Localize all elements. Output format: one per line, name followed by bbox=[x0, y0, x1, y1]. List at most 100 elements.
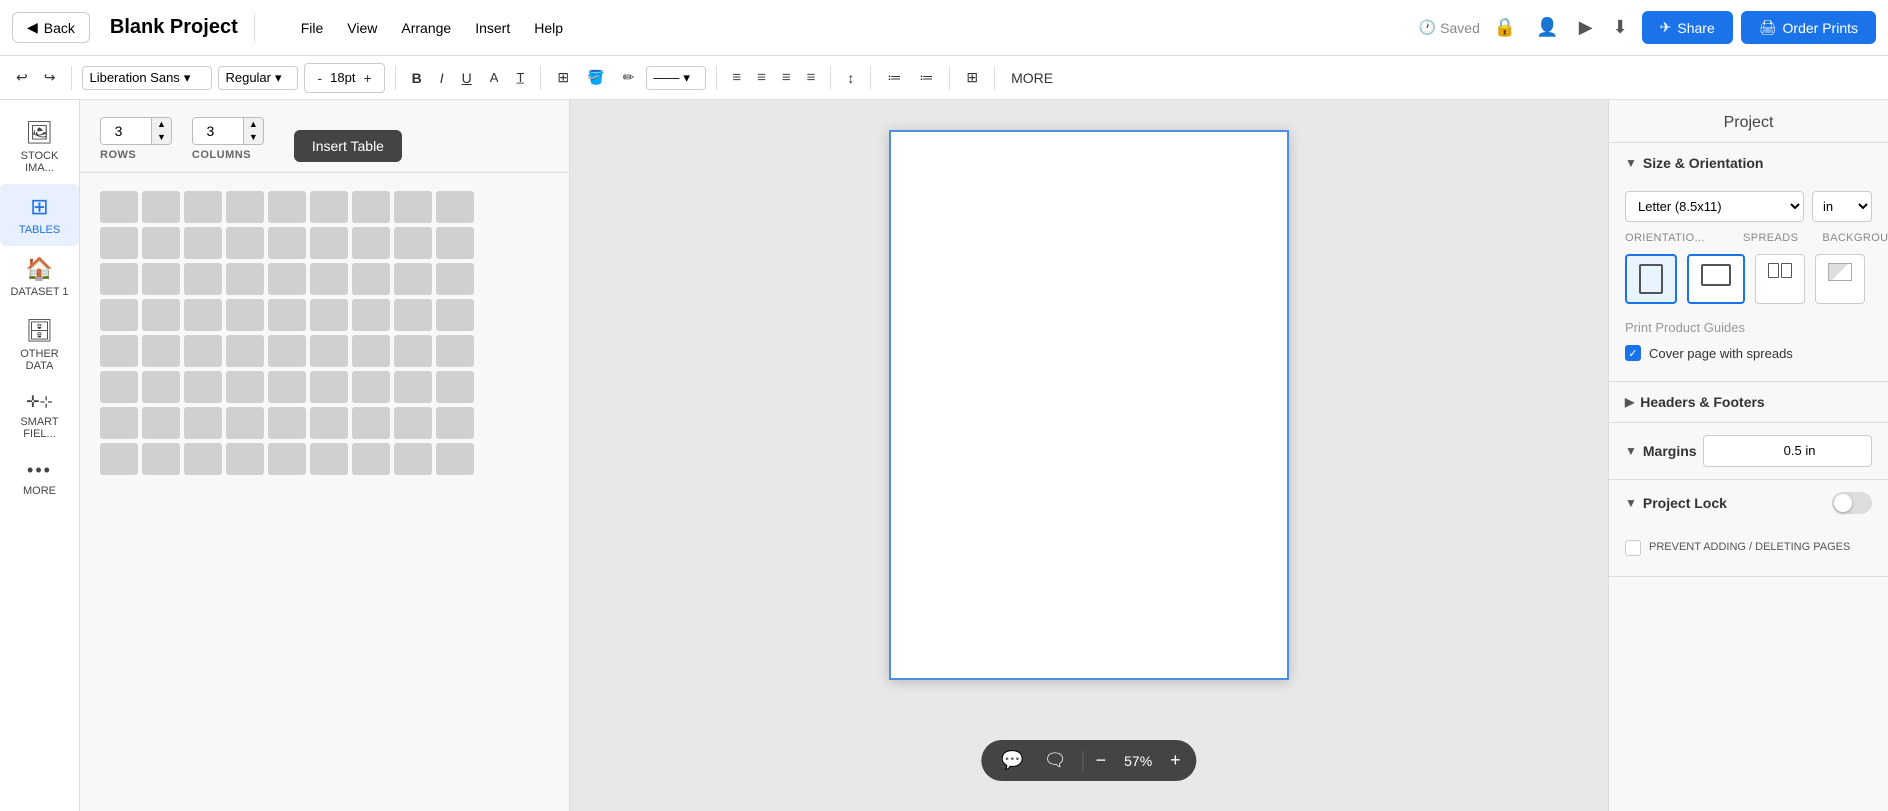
underline-button[interactable]: U bbox=[456, 66, 478, 90]
share-button[interactable]: ✈ Share bbox=[1642, 11, 1733, 44]
grid-cell[interactable] bbox=[352, 227, 390, 259]
zoom-out-button[interactable]: − bbox=[1096, 750, 1107, 771]
grid-cell[interactable] bbox=[394, 299, 432, 331]
grid-cell[interactable] bbox=[226, 263, 264, 295]
sidebar-item-other-data[interactable]: 🗄 OTHER DATA bbox=[0, 308, 79, 382]
grid-cell[interactable] bbox=[142, 191, 180, 223]
sidebar-item-dataset1[interactable]: 🏠 DATASET 1 bbox=[0, 246, 79, 308]
grid-cell[interactable] bbox=[352, 263, 390, 295]
fill-color-button[interactable]: 🪣 bbox=[581, 65, 610, 90]
rows-up[interactable]: ▲ bbox=[152, 118, 171, 131]
grid-cell[interactable] bbox=[394, 191, 432, 223]
zoom-in-button[interactable]: + bbox=[1170, 750, 1181, 771]
grid-cell[interactable] bbox=[394, 371, 432, 403]
grid-cell[interactable] bbox=[142, 299, 180, 331]
grid-cell[interactable] bbox=[352, 191, 390, 223]
stroke-dropdown[interactable]: —— ▾ bbox=[646, 66, 706, 90]
grid-cell[interactable] bbox=[100, 443, 138, 475]
grid-cell[interactable] bbox=[352, 371, 390, 403]
grid-cell[interactable] bbox=[142, 263, 180, 295]
comment-icon-btn[interactable]: 💬 bbox=[997, 748, 1027, 773]
grid-cell[interactable] bbox=[226, 299, 264, 331]
grid-cell[interactable] bbox=[100, 263, 138, 295]
insert-image-button[interactable]: ⊞ bbox=[960, 65, 984, 90]
grid-cell[interactable] bbox=[352, 335, 390, 367]
align-justify-button[interactable]: ≡ bbox=[802, 65, 821, 90]
grid-cell[interactable] bbox=[226, 227, 264, 259]
insert-table-button[interactable]: Insert Table bbox=[294, 130, 402, 162]
section-size-orientation-header[interactable]: ▼ Size & Orientation bbox=[1609, 143, 1888, 183]
grid-cell[interactable] bbox=[310, 335, 348, 367]
grid-cell[interactable] bbox=[100, 299, 138, 331]
more-button[interactable]: MORE bbox=[1005, 66, 1059, 90]
grid-cell[interactable] bbox=[268, 227, 306, 259]
section-headers-footers-header[interactable]: ▶ Headers & Footers bbox=[1609, 382, 1888, 422]
grid-cell[interactable] bbox=[184, 263, 222, 295]
italic-button[interactable]: I bbox=[434, 66, 450, 90]
lock-icon-btn[interactable]: 🔒 bbox=[1488, 11, 1522, 44]
grid-cell[interactable] bbox=[436, 299, 474, 331]
grid-cell[interactable] bbox=[310, 299, 348, 331]
grid-cell[interactable] bbox=[226, 407, 264, 439]
grid-cell[interactable] bbox=[184, 299, 222, 331]
grid-cell[interactable] bbox=[268, 335, 306, 367]
grid-cell[interactable] bbox=[310, 371, 348, 403]
grid-cell[interactable] bbox=[100, 407, 138, 439]
grid-cell[interactable] bbox=[394, 263, 432, 295]
grid-cell[interactable] bbox=[226, 335, 264, 367]
grid-cell[interactable] bbox=[142, 371, 180, 403]
grid-cell[interactable] bbox=[394, 227, 432, 259]
numbered-list-button[interactable]: ≔ bbox=[913, 65, 939, 90]
table-layout-button[interactable]: ⊞ bbox=[551, 65, 575, 90]
prevent-pages-checkbox[interactable] bbox=[1625, 540, 1641, 556]
grid-cell[interactable] bbox=[184, 335, 222, 367]
grid-cell[interactable] bbox=[268, 299, 306, 331]
canvas-area[interactable]: 💬 🗨 − 57% + bbox=[570, 100, 1608, 811]
rows-down[interactable]: ▼ bbox=[152, 131, 171, 144]
grid-cell[interactable] bbox=[394, 407, 432, 439]
play-icon-btn[interactable]: ▶ bbox=[1573, 11, 1599, 44]
line-height-button[interactable]: ↕ bbox=[841, 66, 860, 90]
grid-cell[interactable] bbox=[100, 371, 138, 403]
grid-cell[interactable] bbox=[310, 263, 348, 295]
grid-cell[interactable] bbox=[352, 443, 390, 475]
section-margins-header[interactable]: ▼ Margins ▲ ▼ bbox=[1609, 423, 1888, 479]
grid-cell[interactable] bbox=[142, 443, 180, 475]
align-center-button[interactable]: ≡ bbox=[752, 65, 771, 90]
grid-cell[interactable] bbox=[100, 191, 138, 223]
grid-cell[interactable] bbox=[436, 371, 474, 403]
grid-cell[interactable] bbox=[142, 407, 180, 439]
sidebar-item-tables[interactable]: ⊞ TABLES bbox=[0, 184, 79, 246]
margins-input[interactable] bbox=[1704, 438, 1872, 463]
grid-cell[interactable] bbox=[184, 443, 222, 475]
grid-cell[interactable] bbox=[268, 371, 306, 403]
rows-input[interactable] bbox=[101, 118, 151, 144]
font-size-increase[interactable]: + bbox=[357, 66, 377, 90]
grid-cell[interactable] bbox=[226, 443, 264, 475]
menu-file[interactable]: File bbox=[291, 14, 334, 42]
landscape-button[interactable] bbox=[1687, 254, 1745, 304]
section-project-lock-header[interactable]: ▼ Project Lock bbox=[1609, 480, 1888, 526]
grid-cell[interactable] bbox=[268, 407, 306, 439]
grid-cell[interactable] bbox=[436, 443, 474, 475]
sidebar-item-smart-fields[interactable]: ✛⊹ SMART FIEL... bbox=[0, 382, 79, 450]
grid-cell[interactable] bbox=[436, 407, 474, 439]
grid-cell[interactable] bbox=[310, 227, 348, 259]
cols-input[interactable] bbox=[193, 118, 243, 144]
grid-cell[interactable] bbox=[352, 299, 390, 331]
cover-page-checkbox[interactable] bbox=[1625, 345, 1641, 361]
grid-cell[interactable] bbox=[184, 227, 222, 259]
grid-cell[interactable] bbox=[268, 191, 306, 223]
menu-insert[interactable]: Insert bbox=[465, 14, 520, 42]
bold-button[interactable]: B bbox=[406, 66, 428, 90]
font-name-dropdown[interactable]: Liberation Sans ▾ bbox=[82, 66, 212, 90]
order-prints-button[interactable]: 🖨 Order Prints bbox=[1741, 11, 1876, 44]
grid-cell[interactable] bbox=[226, 191, 264, 223]
grid-cell[interactable] bbox=[142, 335, 180, 367]
grid-cell[interactable] bbox=[436, 191, 474, 223]
text-caps-button[interactable]: A bbox=[484, 66, 505, 89]
grid-cell[interactable] bbox=[268, 443, 306, 475]
grid-cell[interactable] bbox=[436, 227, 474, 259]
grid-cell[interactable] bbox=[310, 407, 348, 439]
grid-cell[interactable] bbox=[184, 407, 222, 439]
